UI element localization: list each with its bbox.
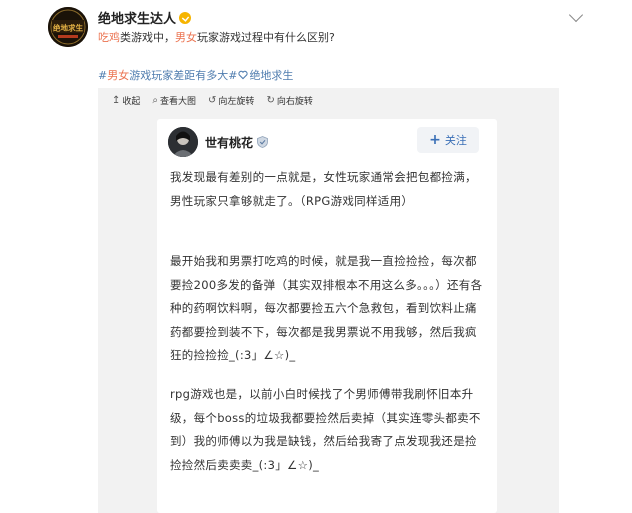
author-avatar[interactable]: 绝地求生: [48, 7, 88, 47]
logo-text: 绝地求生: [53, 23, 83, 33]
card-author-label: 世有桃花: [205, 136, 254, 150]
post-text-keyword-2[interactable]: 男女: [175, 31, 197, 44]
verified-badge-icon: [179, 12, 192, 24]
topic-link-1[interactable]: #男女游戏玩家差距有多大#: [98, 69, 237, 82]
collapse-icon: ↥: [112, 95, 121, 106]
collapse-button[interactable]: ↥ 收起: [112, 94, 140, 107]
post-text-part-2: 玩家游戏过程中有什么区别?: [197, 31, 335, 44]
card-avatar-image: [168, 127, 198, 157]
screenshot-card: 世有桃花 + 关注 我发现最有差别的一点就是，女性玩家通常会把包都捡满，男性玩家…: [157, 119, 497, 513]
card-paragraph-1: 我发现最有差别的一点就是，女性玩家通常会把包都捡满，男性玩家只拿够就走了。（RP…: [170, 170, 477, 208]
post-text-keyword-1[interactable]: 吃鸡: [98, 31, 120, 44]
magnifier-icon: ⌕: [152, 95, 159, 106]
rotate-right-icon: ↻: [266, 95, 275, 106]
view-large-label: 查看大图: [160, 97, 197, 107]
topic-line: #男女游戏玩家差距有多大# 绝地求生: [98, 67, 293, 83]
rotate-left-button[interactable]: ↺ 向左旋转: [208, 94, 254, 107]
super-topic-icon: [238, 70, 249, 80]
rotate-right-button[interactable]: ↻ 向右旋转: [266, 94, 312, 107]
pubg-logo-avatar: 绝地求生: [48, 7, 88, 47]
topic-1-prefix: #: [98, 69, 108, 82]
post-text-part-1: 类游戏中，: [120, 31, 175, 44]
rotate-left-icon: ↺: [208, 95, 217, 106]
topic-1-rest: 游戏玩家差距有多大#: [129, 69, 238, 82]
post-text: 吃鸡类游戏中，男女玩家游戏过程中有什么区别?: [98, 29, 335, 45]
chevron-down-icon[interactable]: [568, 7, 584, 23]
view-large-button[interactable]: ⌕ 查看大图: [152, 94, 196, 107]
viewer-toolbar: ↥ 收起 ⌕ 查看大图 ↺ 向左旋转 ↻ 向右旋转: [112, 94, 313, 107]
shield-badge-icon: [257, 136, 268, 148]
follow-label: 关注: [444, 134, 467, 147]
post-author-label: 绝地求生达人: [98, 12, 177, 27]
topic-2-label: 绝地求生: [249, 69, 294, 82]
card-paragraph-3: rpg游戏也是，以前小白时候找了个男师傅带我刷怀旧本升级，每个boss的垃圾我都…: [170, 387, 481, 472]
rotate-left-label: 向左旋转: [218, 97, 255, 107]
image-viewer: ↥ 收起 ⌕ 查看大图 ↺ 向左旋转 ↻ 向右旋转 世有桃花 + 关注 我发现最…: [98, 88, 559, 513]
plus-icon: +: [429, 132, 441, 148]
topic-link-2[interactable]: 绝地求生: [237, 69, 293, 82]
collapse-label: 收起: [122, 97, 141, 107]
card-author-avatar: [168, 127, 198, 157]
follow-button: + 关注: [417, 127, 479, 153]
topic-1-highlight: 男女: [107, 69, 130, 82]
rotate-right-label: 向右旋转: [276, 97, 313, 107]
post-author-name[interactable]: 绝地求生达人: [98, 8, 192, 27]
card-author-name: 世有桃花: [205, 134, 268, 151]
card-paragraph-2: 最开始我和男票打吃鸡的时候，就是我一直捡捡捡，每次都要捡200多发的备弹（其实双…: [170, 254, 483, 362]
